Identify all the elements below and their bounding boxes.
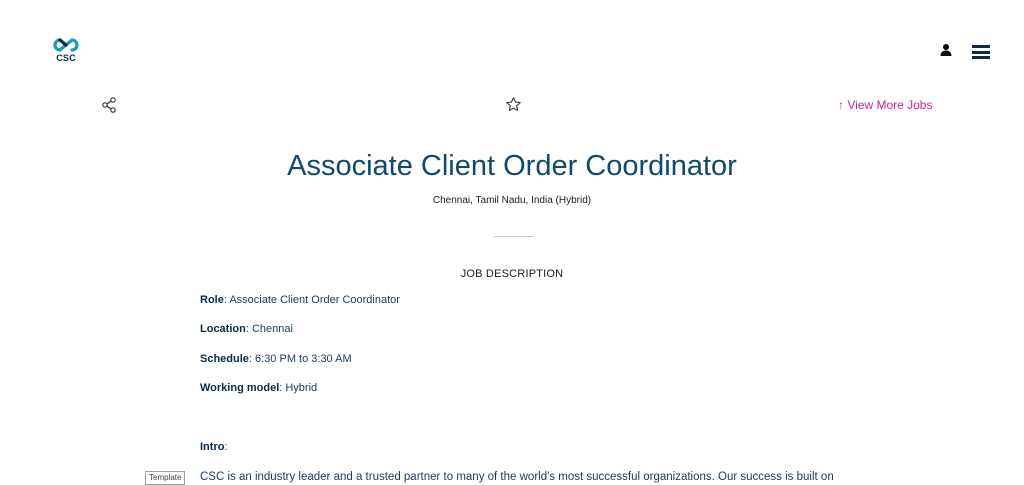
star-icon[interactable] [505,96,522,113]
menu-bar [972,56,990,59]
location-line: Location: Chennai [200,323,293,335]
hamburger-menu-icon[interactable] [972,45,990,59]
logo-text: CSC [56,53,76,63]
role-value: : Associate Client Order Coordinator [223,294,400,306]
infinity-logo-icon [53,38,79,52]
location-value: : Chennai [245,323,293,335]
role-label: Role [200,294,224,306]
template-tag: Template [145,471,186,485]
schedule-line: Schedule: 6:30 PM to 3:30 AM [200,353,352,365]
divider [494,236,534,237]
intro-paragraph: CSC is an industry leader and a trusted … [200,471,834,483]
intro-heading: Intro: [200,441,228,453]
section-heading: JOB DESCRIPTION [460,268,564,280]
schedule-value: : 6:30 PM to 3:30 AM [248,353,352,365]
intro-suffix: : [224,441,228,453]
menu-bar [972,45,990,48]
schedule-label: Schedule [200,353,249,365]
view-more-jobs-link[interactable]: ↑ View More Jobs [838,98,932,112]
working-model-line: Working model: Hybrid [200,382,317,394]
intro-label: Intro [200,441,225,453]
csc-logo[interactable]: CSC [53,37,79,63]
working-model-value: : Hybrid [279,382,318,394]
working-model-label: Working model [200,382,280,394]
menu-bar [972,50,990,54]
location-label: Location [200,323,246,335]
user-icon[interactable] [940,43,952,57]
role-line: Role: Associate Client Order Coordinator [200,294,400,306]
share-icon[interactable] [101,97,117,113]
job-title: Associate Client Order Coordinator [287,150,737,182]
job-location: Chennai, Tamil Nadu, India (Hybrid) [432,195,592,206]
